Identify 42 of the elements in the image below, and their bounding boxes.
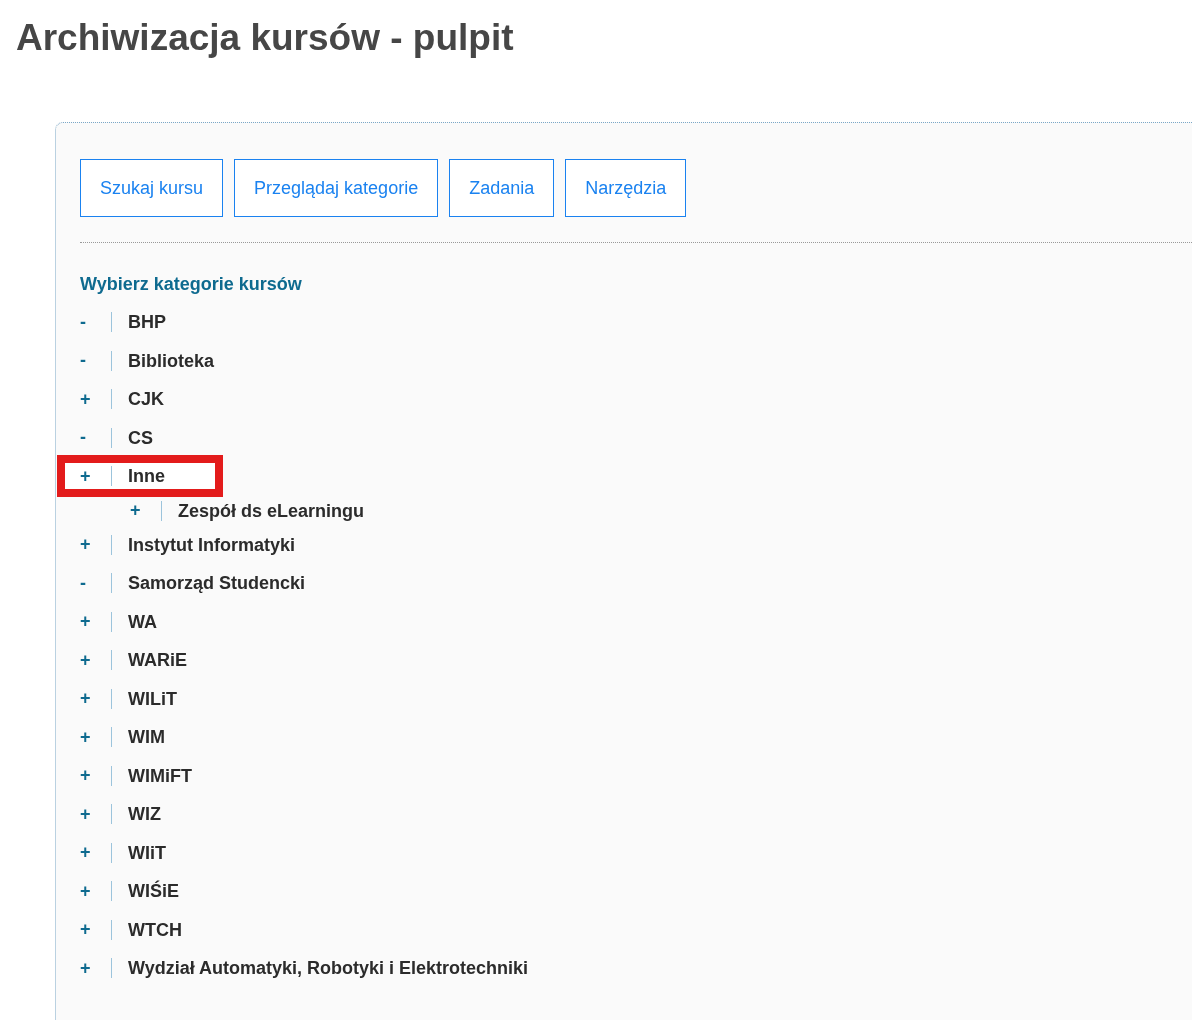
category-link[interactable]: WA	[111, 611, 157, 632]
expand-toggle[interactable]: +	[80, 611, 104, 633]
expand-toggle[interactable]: +	[80, 649, 104, 671]
page-title: Archiwizacja kursów - pulpit	[15, 16, 515, 60]
category-link[interactable]: WARiE	[111, 650, 187, 671]
expand-toggle[interactable]: +	[80, 919, 104, 941]
category-link[interactable]: WILiT	[111, 688, 177, 709]
nav-button[interactable]: Zadania	[449, 159, 555, 217]
category-link[interactable]: Biblioteka	[111, 350, 215, 371]
category-link[interactable]: Zespół ds eLearningu	[161, 500, 365, 521]
category-link[interactable]: WIM	[111, 727, 165, 748]
expand-toggle[interactable]: +	[80, 957, 104, 979]
expand-toggle[interactable]: -	[80, 427, 104, 449]
expand-toggle[interactable]: +	[80, 465, 104, 487]
nav-button[interactable]: Przeglądaj kategorie	[234, 159, 439, 217]
nav-button[interactable]: Narzędzia	[565, 159, 687, 217]
category-link[interactable]: Inne	[111, 466, 165, 487]
expand-toggle[interactable]: +	[80, 388, 104, 410]
category-link[interactable]: Wydział Automatyki, Robotyki i Elektrotechniki	[111, 958, 529, 979]
category-link[interactable]: WIZ	[111, 804, 161, 825]
category-link[interactable]: WIMiFT	[111, 765, 192, 786]
section-heading: Wybierz kategorie kursów	[80, 273, 303, 295]
expand-toggle[interactable]: +	[80, 726, 104, 748]
category-link[interactable]: Samorząd Studencki	[111, 573, 306, 594]
category-link[interactable]: BHP	[111, 312, 166, 333]
category-link[interactable]: WTCH	[111, 919, 182, 940]
expand-toggle[interactable]: +	[80, 880, 104, 902]
category-link[interactable]: CJK	[111, 389, 164, 410]
category-link[interactable]: WIiT	[111, 842, 166, 863]
category-link[interactable]: CS	[111, 427, 153, 448]
expand-toggle[interactable]: -	[80, 311, 104, 333]
expand-toggle[interactable]: +	[130, 500, 154, 521]
expand-toggle[interactable]: -	[80, 350, 104, 372]
expand-toggle[interactable]: +	[80, 688, 104, 710]
expand-toggle[interactable]: +	[80, 765, 104, 787]
expand-toggle[interactable]: +	[80, 842, 104, 864]
nav-button[interactable]: Szukaj kursu	[80, 159, 224, 217]
category-link[interactable]: WIŚiE	[111, 881, 179, 902]
category-link[interactable]: Instytut Informatyki	[111, 534, 296, 555]
expand-toggle[interactable]: +	[80, 534, 104, 556]
expand-toggle[interactable]: +	[80, 803, 104, 825]
expand-toggle[interactable]: -	[80, 572, 104, 594]
